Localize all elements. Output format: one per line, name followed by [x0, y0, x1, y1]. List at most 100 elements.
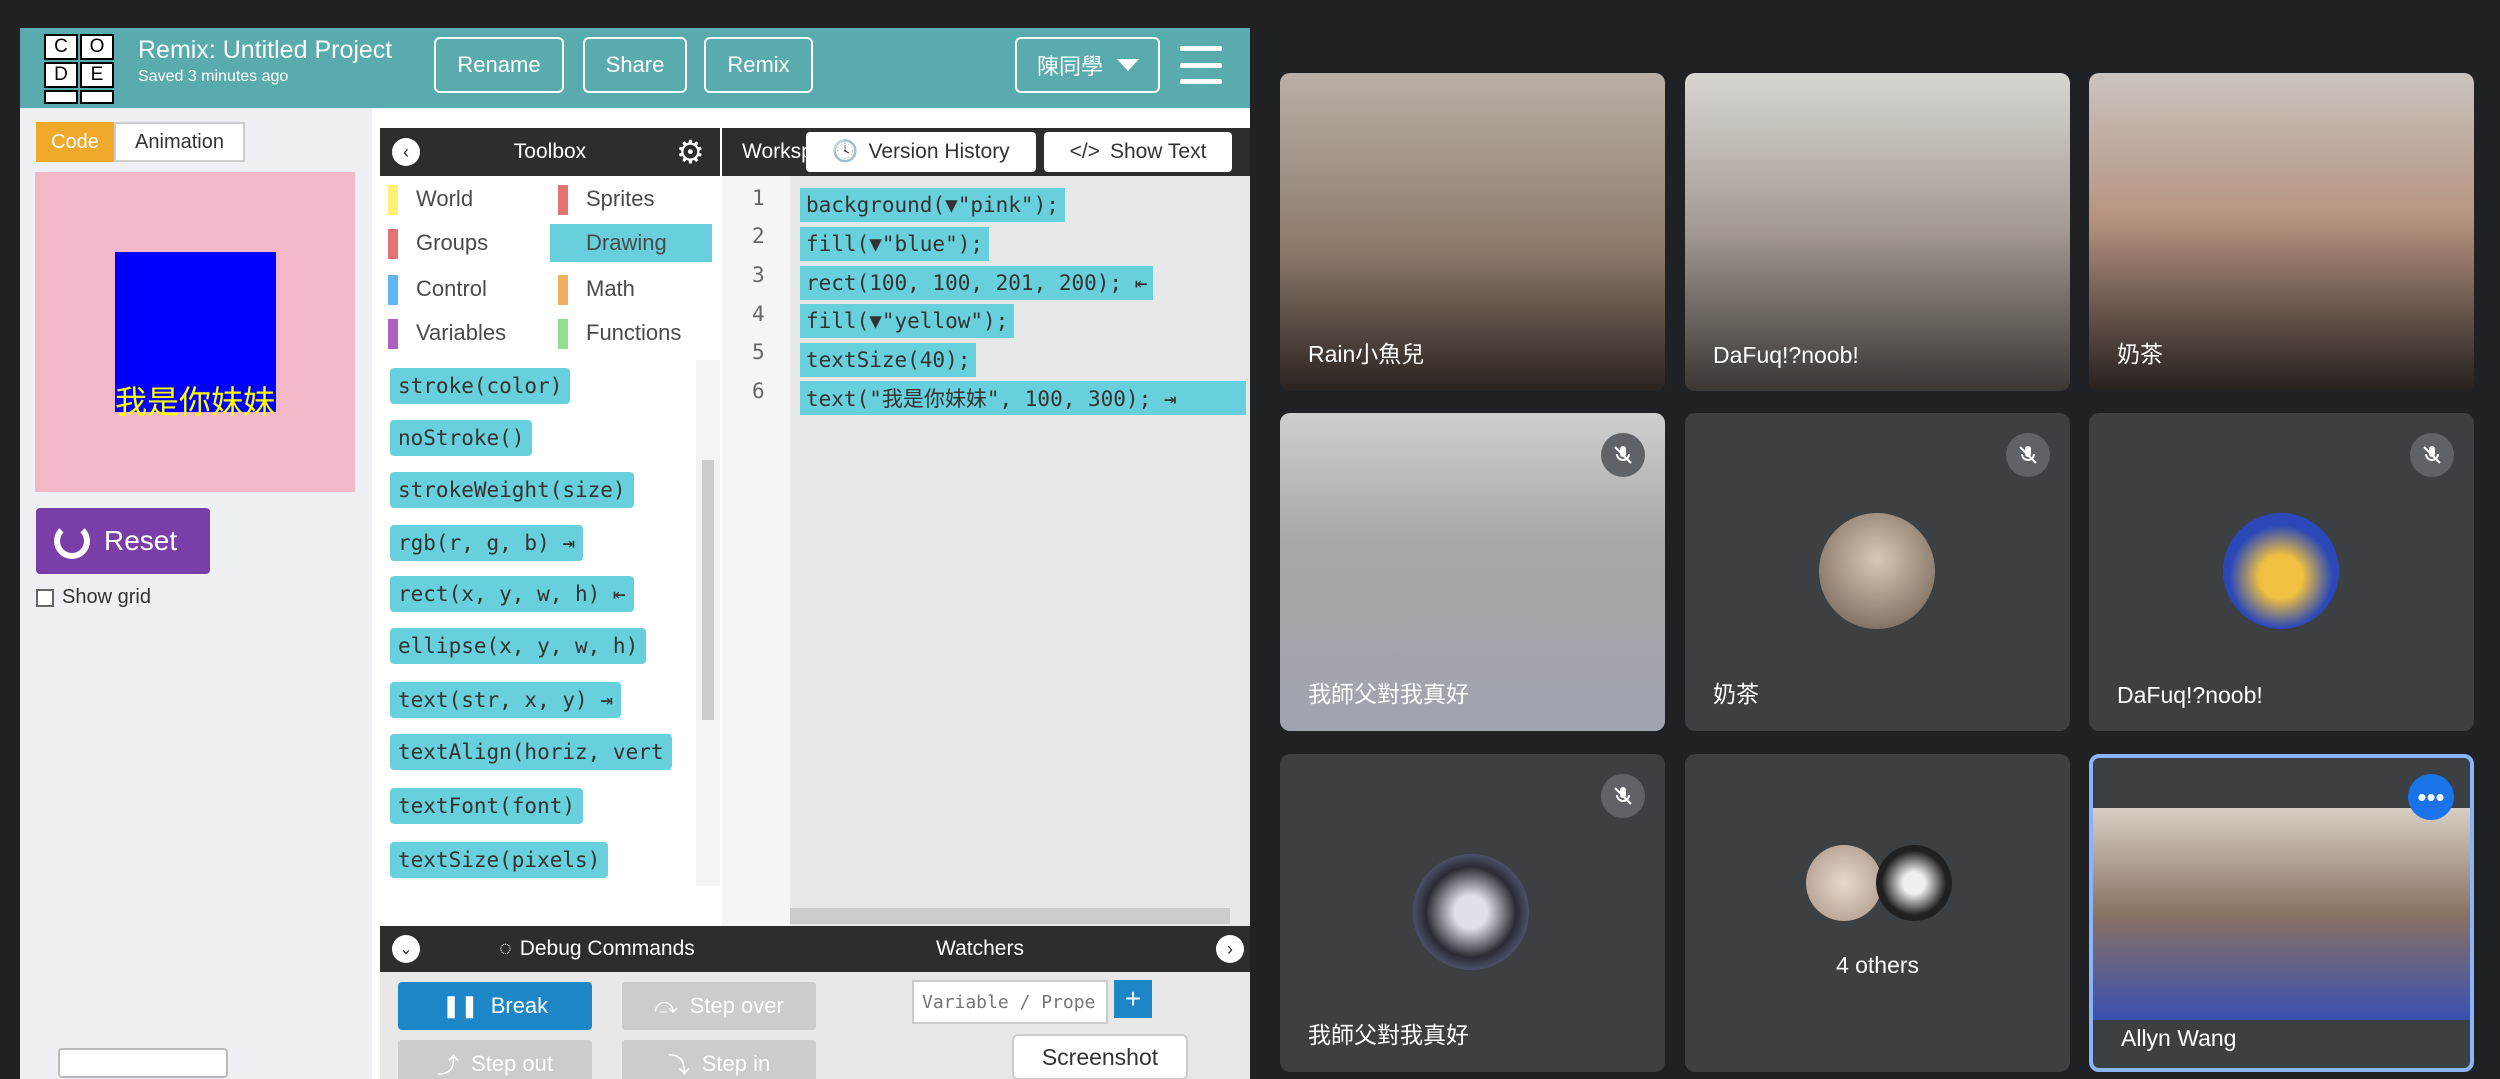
variable-watch-input[interactable]: [912, 980, 1108, 1024]
version-history-label: Version History: [868, 140, 1010, 163]
participant-tile[interactable]: DaFuq!?noob!: [1685, 73, 2070, 391]
share-button[interactable]: Share: [583, 37, 687, 93]
code-line[interactable]: textSize(40);: [800, 343, 977, 377]
block-textsize[interactable]: textSize(pixels): [390, 842, 609, 878]
avatar: [1876, 845, 1952, 921]
others-count-label: 4 others: [1835, 952, 1920, 978]
screenshot-button[interactable]: Screenshot: [1012, 1034, 1188, 1079]
tab-animation[interactable]: Animation: [114, 122, 245, 162]
pause-icon: ❚❚: [441, 993, 479, 1018]
others-tile[interactable]: 4 others: [1685, 754, 2070, 1072]
block-rect[interactable]: rect(x, y, w, h) ⇤: [390, 576, 634, 612]
participant-tile[interactable]: 奶茶: [2089, 73, 2474, 391]
debug-title-label: Debug Commands: [519, 937, 695, 960]
workspace-horizontal-scrollbar[interactable]: [790, 908, 1230, 924]
category-control[interactable]: Control: [380, 270, 550, 308]
game-canvas[interactable]: 我是你妹妹: [35, 172, 355, 492]
participant-tile[interactable]: DaFuq!?noob!: [2089, 413, 2474, 731]
category-world[interactable]: World: [380, 180, 550, 218]
step-out-button[interactable]: ⤴ Step out: [398, 1040, 592, 1079]
category-color-swatch: [388, 185, 398, 215]
code-line[interactable]: text("我是你妹妹", 100, 300); ⇥: [800, 381, 1246, 415]
break-label: Break: [490, 993, 549, 1018]
collapse-watchers-icon[interactable]: ›: [1216, 935, 1244, 963]
chevron-down-icon: [1117, 59, 1140, 71]
category-math[interactable]: Math: [550, 270, 720, 308]
add-watcher-button[interactable]: +: [1114, 980, 1152, 1018]
block-textfont[interactable]: textFont(font): [390, 788, 584, 824]
version-history-button[interactable]: 🕓 Version History: [806, 132, 1036, 172]
avatar: [1819, 513, 1935, 629]
code-line[interactable]: rect(100, 100, 201, 200); ⇤: [800, 266, 1154, 300]
code-org-logo[interactable]: C O D E: [44, 34, 114, 104]
show-text-button[interactable]: </> Show Text: [1044, 132, 1232, 172]
participant-tile[interactable]: 我師父對我真好: [1280, 754, 1665, 1072]
block-ellipse[interactable]: ellipse(x, y, w, h): [390, 628, 647, 664]
category-sprites[interactable]: Sprites: [550, 180, 720, 218]
reset-button[interactable]: Reset: [36, 508, 210, 574]
step-out-label: Step out: [471, 1051, 553, 1076]
rename-button[interactable]: Rename: [434, 37, 564, 93]
block-text[interactable]: text(str, x, y) ⇥: [390, 682, 621, 718]
project-title: Remix: Untitled Project: [138, 36, 393, 64]
reset-icon: [54, 523, 90, 559]
category-color-swatch: [388, 229, 398, 259]
user-menu-dropdown[interactable]: 陳同學: [1015, 37, 1160, 93]
code-line[interactable]: background(▼"pink");: [800, 188, 1065, 222]
participant-name: 奶茶: [2117, 341, 2163, 367]
step-in-button[interactable]: ⤵ Step in: [622, 1040, 816, 1079]
remix-button[interactable]: Remix: [704, 37, 813, 93]
line-number: 3: [752, 263, 765, 287]
user-name: 陳同學: [1037, 54, 1104, 79]
reset-label: Reset: [104, 525, 178, 556]
tab-code[interactable]: Code: [36, 122, 114, 162]
show-grid-label: Show grid: [62, 586, 151, 608]
avatar: [1413, 854, 1529, 970]
step-in-label: Step in: [701, 1051, 771, 1076]
participant-tile[interactable]: Rain小魚兒: [1280, 73, 1665, 391]
more-options-icon[interactable]: •••: [2408, 774, 2454, 820]
category-functions[interactable]: Functions: [550, 314, 720, 352]
participant-tile-self[interactable]: ••• Allyn Wang: [2089, 754, 2474, 1072]
speed-slider[interactable]: [58, 1048, 228, 1078]
category-label: World: [416, 186, 474, 211]
debug-header: ⌄ ◌ Debug Commands Watchers ›: [380, 926, 1250, 972]
collapse-toolbox-icon[interactable]: ‹: [392, 138, 420, 166]
category-drawing[interactable]: Drawing: [550, 224, 712, 262]
category-groups[interactable]: Groups: [380, 224, 550, 262]
code-line[interactable]: fill(▼"blue");: [800, 227, 990, 261]
participant-tile[interactable]: 我師父對我真好: [1280, 413, 1665, 731]
checkbox-icon: [36, 588, 54, 607]
hamburger-menu-icon[interactable]: [1180, 46, 1222, 84]
participant-tile[interactable]: 奶茶: [1685, 413, 2070, 731]
block-stroke[interactable]: stroke(color): [390, 368, 571, 404]
block-strokeweight[interactable]: strokeWeight(size): [390, 472, 634, 508]
code-studio-window: C O D E Remix: Untitled Project Saved 3 …: [20, 28, 1250, 1079]
break-button[interactable]: ❚❚ Break: [398, 982, 592, 1030]
mic-off-icon: [1601, 433, 1645, 477]
step-over-icon: ⤼: [654, 993, 678, 1018]
scrollbar-thumb[interactable]: [702, 460, 714, 720]
category-label: Control: [416, 276, 487, 301]
block-rgb[interactable]: rgb(r, g, b) ⇥: [390, 525, 584, 561]
clock-icon: 🕓: [832, 140, 859, 163]
line-number-gutter: 1 2 3 4 5 6: [722, 176, 790, 1006]
gear-icon[interactable]: ⚙: [676, 136, 705, 168]
line-number: 2: [752, 224, 765, 248]
step-in-icon: ⤵: [667, 1053, 690, 1078]
step-over-button[interactable]: ⤼ Step over: [622, 982, 816, 1030]
block-textalign[interactable]: textAlign(horiz, vert: [390, 734, 672, 770]
participant-name: DaFuq!?noob!: [1713, 342, 1859, 368]
category-variables[interactable]: Variables: [380, 314, 550, 352]
toolbox-scrollbar[interactable]: [696, 360, 720, 886]
participant-name: 我師父對我真好: [1308, 681, 1469, 707]
logo-letter: D: [44, 62, 78, 88]
code-line[interactable]: fill(▼"yellow");: [800, 304, 1015, 338]
category-label: Functions: [586, 320, 682, 345]
mic-off-icon: [2410, 433, 2454, 477]
editor-header: C O D E Remix: Untitled Project Saved 3 …: [20, 28, 1250, 108]
show-grid-checkbox[interactable]: Show grid: [36, 586, 151, 609]
block-nostroke[interactable]: noStroke(): [390, 420, 533, 456]
participant-name: DaFuq!?noob!: [2117, 682, 2263, 708]
canvas-text: 我是你妹妹: [115, 383, 276, 421]
